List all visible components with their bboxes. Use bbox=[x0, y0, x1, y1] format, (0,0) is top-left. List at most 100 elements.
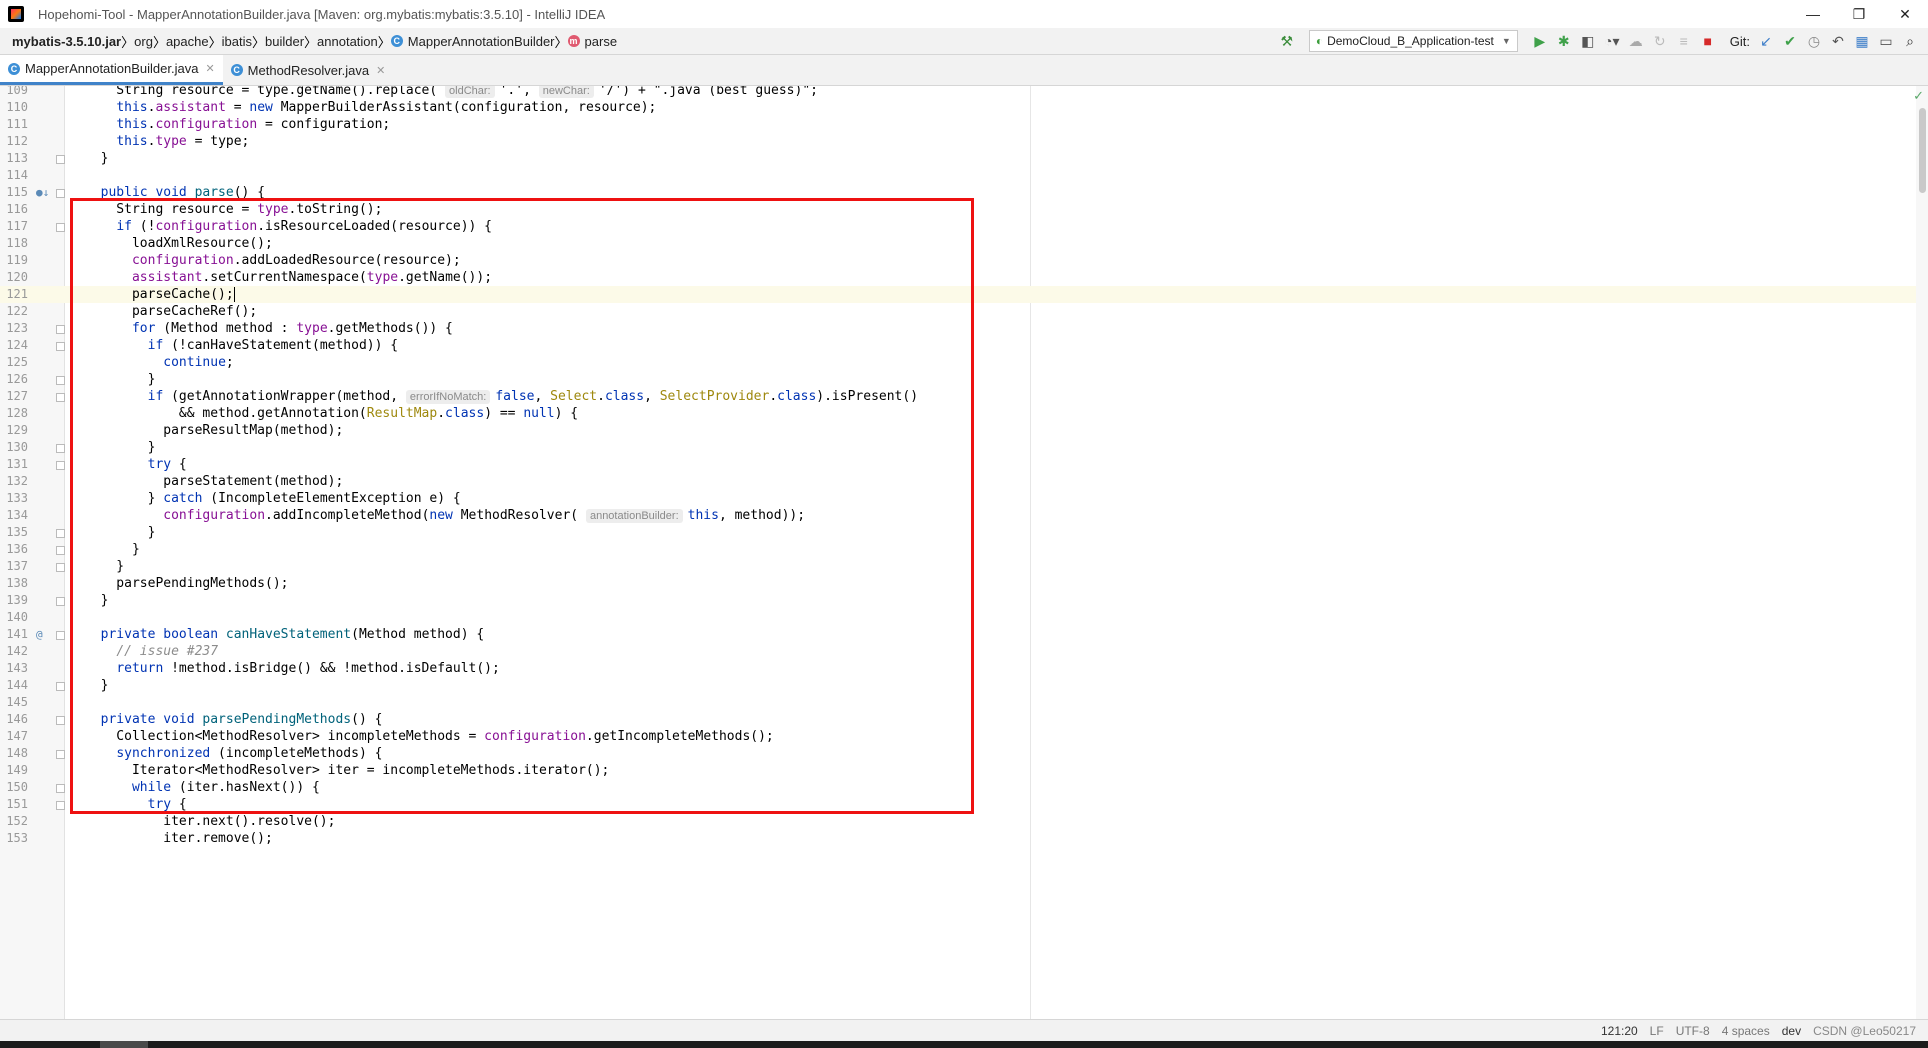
stop-icon[interactable]: ■ bbox=[1696, 29, 1720, 53]
fold-marker-icon[interactable] bbox=[56, 546, 65, 555]
git-update-icon[interactable]: ↙ bbox=[1754, 29, 1778, 53]
scrollbar-thumb[interactable] bbox=[1919, 108, 1926, 193]
fold-marker-icon[interactable] bbox=[56, 631, 65, 640]
file-encoding[interactable]: UTF-8 bbox=[1676, 1024, 1710, 1038]
run-configuration-select[interactable]: ◐ DemoCloud_B_Application-test ▼ bbox=[1308, 30, 1518, 52]
indent-setting[interactable]: 4 spaces bbox=[1722, 1024, 1770, 1038]
code-line[interactable]: 116 String resource = type.toString(); bbox=[0, 201, 1928, 218]
code-line[interactable]: 149 Iterator<MethodResolver> iter = inco… bbox=[0, 762, 1928, 779]
fold-marker-icon[interactable] bbox=[56, 563, 65, 572]
git-branch[interactable]: dev bbox=[1782, 1024, 1801, 1038]
code-line[interactable]: 110 this.assistant = new MapperBuilderAs… bbox=[0, 99, 1928, 116]
fold-marker-icon[interactable] bbox=[56, 342, 65, 351]
code-line[interactable]: 126 } bbox=[0, 371, 1928, 388]
code-line[interactable]: 115 ●↓ public void parse() { bbox=[0, 184, 1928, 201]
code-line[interactable]: 139 } bbox=[0, 592, 1928, 609]
restore-button[interactable]: ❐ bbox=[1836, 0, 1882, 28]
close-button[interactable]: ✕ bbox=[1882, 0, 1928, 28]
code-line[interactable]: 122 parseCacheRef(); bbox=[0, 303, 1928, 320]
git-history-icon[interactable]: ◷ bbox=[1802, 29, 1826, 53]
code-line[interactable]: 133 } catch (IncompleteElementException … bbox=[0, 490, 1928, 507]
code-line[interactable]: 136 } bbox=[0, 541, 1928, 558]
build-artifacts-icon[interactable]: ≡ bbox=[1672, 29, 1696, 53]
code-editor[interactable]: 109 String resource = type.getName().rep… bbox=[0, 86, 1928, 1019]
git-rollback-icon[interactable]: ↶ bbox=[1826, 29, 1850, 53]
fold-marker-icon[interactable] bbox=[56, 189, 65, 198]
breadcrumb-item[interactable]: m parse bbox=[567, 34, 617, 49]
code-line[interactable]: 134 configuration.addIncompleteMethod(ne… bbox=[0, 507, 1928, 524]
breadcrumb-item[interactable]: org bbox=[134, 34, 153, 49]
fold-marker-icon[interactable] bbox=[56, 325, 65, 334]
code-line[interactable]: 124 if (!canHaveStatement(method)) { bbox=[0, 337, 1928, 354]
code-line[interactable]: 109 String resource = type.getName().rep… bbox=[0, 86, 1928, 99]
code-line[interactable]: 128 && method.getAnnotation(ResultMap.cl… bbox=[0, 405, 1928, 422]
code-line[interactable]: 144 } bbox=[0, 677, 1928, 694]
fold-marker-icon[interactable] bbox=[56, 682, 65, 691]
minimize-button[interactable]: — bbox=[1790, 0, 1836, 28]
project-structure-icon[interactable]: ▦ bbox=[1850, 29, 1874, 53]
vertical-scrollbar[interactable]: ✓ bbox=[1913, 86, 1928, 1019]
code-line[interactable]: 125 continue; bbox=[0, 354, 1928, 371]
code-line[interactable]: 129 parseResultMap(method); bbox=[0, 422, 1928, 439]
override-gutter-icon[interactable]: ●↓ bbox=[36, 184, 49, 201]
breadcrumb-item[interactable]: ibatis bbox=[222, 34, 252, 49]
code-line[interactable]: 131 try { bbox=[0, 456, 1928, 473]
code-line[interactable]: 140 bbox=[0, 609, 1928, 626]
code-line[interactable]: 120 assistant.setCurrentNamespace(type.g… bbox=[0, 269, 1928, 286]
breadcrumb-item[interactable]: C MapperAnnotationBuilder bbox=[390, 34, 555, 49]
code-line[interactable]: 145 bbox=[0, 694, 1928, 711]
code-line[interactable]: 142 // issue #237 bbox=[0, 643, 1928, 660]
attach-icon[interactable]: ☁ bbox=[1624, 29, 1648, 53]
fold-marker-icon[interactable] bbox=[56, 597, 65, 606]
fold-marker-icon[interactable] bbox=[56, 801, 65, 810]
search-icon[interactable]: ⌕ bbox=[1898, 29, 1922, 53]
code-line[interactable]: 137 } bbox=[0, 558, 1928, 575]
code-line[interactable]: 121 parseCache(); bbox=[0, 286, 1928, 303]
run-icon[interactable]: ▶ bbox=[1528, 29, 1552, 53]
fold-marker-icon[interactable] bbox=[56, 223, 65, 232]
breadcrumb-item[interactable]: apache bbox=[166, 34, 209, 49]
close-icon[interactable]: ✕ bbox=[205, 62, 214, 75]
code-line[interactable]: 147 Collection<MethodResolver> incomplet… bbox=[0, 728, 1928, 745]
caret-position[interactable]: 121:20 bbox=[1601, 1024, 1638, 1038]
code-line[interactable]: 150 while (iter.hasNext()) { bbox=[0, 779, 1928, 796]
code-line[interactable]: 151 try { bbox=[0, 796, 1928, 813]
profile-icon[interactable]: ◔▾ bbox=[1600, 29, 1624, 53]
annotation-gutter-icon[interactable]: @ bbox=[36, 626, 43, 643]
tab-mapper-annotation-builder[interactable]: C MapperAnnotationBuilder.java ✕ bbox=[0, 55, 223, 85]
fold-marker-icon[interactable] bbox=[56, 529, 65, 538]
fold-marker-icon[interactable] bbox=[56, 716, 65, 725]
git-commit-icon[interactable]: ✔ bbox=[1778, 29, 1802, 53]
fold-marker-icon[interactable] bbox=[56, 750, 65, 759]
update-running-icon[interactable]: ↻ bbox=[1648, 29, 1672, 53]
close-icon[interactable]: ✕ bbox=[376, 64, 385, 77]
taskbar-item[interactable] bbox=[100, 1041, 148, 1048]
code-line[interactable]: 117 if (!configuration.isResourceLoaded(… bbox=[0, 218, 1928, 235]
code-line[interactable]: 118 loadXmlResource(); bbox=[0, 235, 1928, 252]
build-hammer-icon[interactable]: ⚒ bbox=[1275, 29, 1299, 53]
code-line[interactable]: 153 iter.remove(); bbox=[0, 830, 1928, 847]
code-line[interactable]: 141 @ private boolean canHaveStatement(Me… bbox=[0, 626, 1928, 643]
fold-marker-icon[interactable] bbox=[56, 444, 65, 453]
breadcrumb-item[interactable]: mybatis-3.5.10.jar bbox=[12, 34, 121, 49]
code-line[interactable]: 119 configuration.addLoadedResource(reso… bbox=[0, 252, 1928, 269]
breadcrumb-item[interactable]: builder bbox=[265, 34, 304, 49]
code-line[interactable]: 135 } bbox=[0, 524, 1928, 541]
coverage-icon[interactable]: ◧ bbox=[1576, 29, 1600, 53]
fold-marker-icon[interactable] bbox=[56, 461, 65, 470]
code-line[interactable]: 112 this.type = type; bbox=[0, 133, 1928, 150]
code-line[interactable]: 113 } bbox=[0, 150, 1928, 167]
code-line[interactable]: 132 parseStatement(method); bbox=[0, 473, 1928, 490]
code-line[interactable]: 130 } bbox=[0, 439, 1928, 456]
debug-icon[interactable]: ✱ bbox=[1552, 29, 1576, 53]
code-line[interactable]: 111 this.configuration = configuration; bbox=[0, 116, 1928, 133]
code-line[interactable]: 123 for (Method method : type.getMethods… bbox=[0, 320, 1928, 337]
breadcrumb-item[interactable]: annotation bbox=[317, 34, 378, 49]
code-line[interactable]: 127 if (getAnnotationWrapper(method, err… bbox=[0, 388, 1928, 405]
fold-marker-icon[interactable] bbox=[56, 393, 65, 402]
fold-marker-icon[interactable] bbox=[56, 376, 65, 385]
code-line[interactable]: 114 bbox=[0, 167, 1928, 184]
code-line[interactable]: 148 synchronized (incompleteMethods) { bbox=[0, 745, 1928, 762]
line-separator[interactable]: LF bbox=[1650, 1024, 1664, 1038]
fold-marker-icon[interactable] bbox=[56, 155, 65, 164]
